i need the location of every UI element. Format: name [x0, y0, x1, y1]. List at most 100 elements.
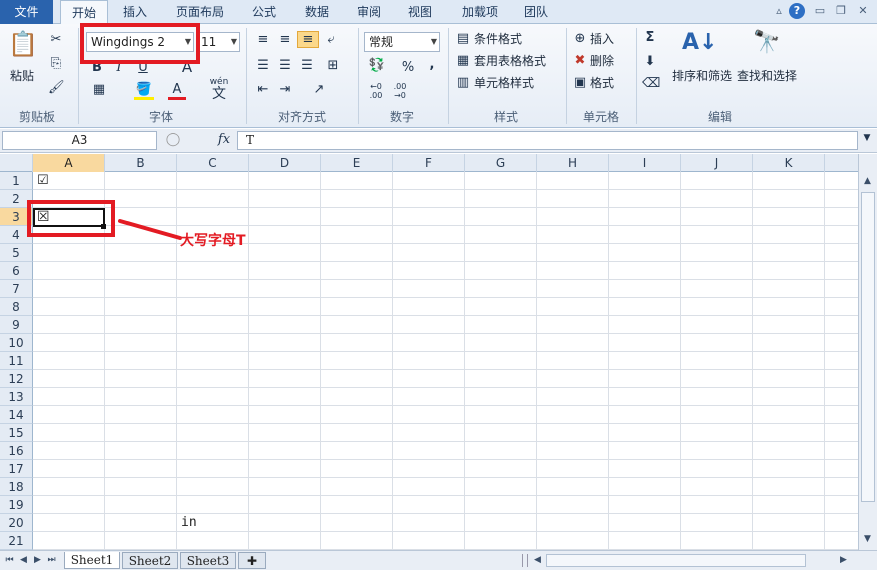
- scroll-left-icon[interactable]: ◀: [530, 553, 545, 568]
- cut-icon[interactable]: ✂: [48, 32, 64, 47]
- row-header-20[interactable]: 20: [0, 514, 33, 532]
- wrap-text-icon[interactable]: ⤶: [322, 32, 340, 47]
- column-header-d[interactable]: D: [249, 154, 321, 172]
- find-select-button[interactable]: 查找和选择: [737, 66, 797, 86]
- row-header-14[interactable]: 14: [0, 406, 33, 424]
- prev-sheet-icon[interactable]: ◀: [16, 553, 31, 568]
- delete-cells-icon[interactable]: ✖: [572, 53, 588, 68]
- insert-sheet-icon[interactable]: ✚: [238, 552, 266, 569]
- paste-icon[interactable]: 📋: [8, 30, 38, 62]
- tab-file[interactable]: 文件: [0, 0, 53, 24]
- select-all-corner[interactable]: [0, 154, 33, 172]
- cell-a1[interactable]: ☑: [37, 172, 97, 190]
- tab-page-layout[interactable]: 页面布局: [168, 0, 232, 24]
- format-cells-icon[interactable]: ▣: [572, 75, 588, 90]
- borders-icon[interactable]: ▦: [90, 82, 108, 97]
- row-header-21[interactable]: 21: [0, 532, 33, 550]
- row-header-9[interactable]: 9: [0, 316, 33, 334]
- row-header-13[interactable]: 13: [0, 388, 33, 406]
- increase-decimal-icon[interactable]: ←0.00: [366, 82, 386, 100]
- align-middle-icon[interactable]: ≡: [276, 32, 294, 47]
- format-table-button[interactable]: 套用表格格式: [474, 51, 546, 71]
- horizontal-scroll-thumb[interactable]: [546, 554, 806, 567]
- row-header-11[interactable]: 11: [0, 352, 33, 370]
- font-color-button[interactable]: A: [168, 82, 186, 100]
- insert-cells-icon[interactable]: ⊕: [572, 31, 588, 46]
- tab-view[interactable]: 视图: [399, 0, 441, 24]
- cell-styles-icon[interactable]: ▥: [455, 75, 471, 90]
- last-sheet-icon[interactable]: ⏭: [44, 553, 59, 568]
- merge-center-icon[interactable]: ⊞: [322, 58, 344, 73]
- column-header-g[interactable]: G: [465, 154, 537, 172]
- first-sheet-icon[interactable]: ⏮: [2, 553, 17, 568]
- row-header-15[interactable]: 15: [0, 424, 33, 442]
- align-right-icon[interactable]: ☰: [298, 58, 316, 73]
- column-header-k[interactable]: K: [753, 154, 825, 172]
- conditional-format-icon[interactable]: ▤: [455, 31, 471, 46]
- accounting-format-icon[interactable]: 💱: [366, 58, 388, 73]
- row-header-18[interactable]: 18: [0, 478, 33, 496]
- vertical-scrollbar[interactable]: ▲ ▼: [858, 154, 877, 550]
- align-left-icon[interactable]: ☰: [254, 58, 272, 73]
- tab-data[interactable]: 数据: [296, 0, 338, 24]
- window-minimize-icon[interactable]: ▭: [812, 3, 828, 19]
- format-cells-button[interactable]: 格式: [590, 73, 614, 93]
- sheet-tab-3[interactable]: Sheet3: [180, 552, 236, 569]
- decrease-indent-icon[interactable]: ⇤: [254, 82, 272, 97]
- cell-styles-button[interactable]: 单元格样式: [474, 73, 534, 93]
- sheet-tab-1[interactable]: Sheet1: [64, 552, 120, 569]
- row-header-10[interactable]: 10: [0, 334, 33, 352]
- sort-filter-button[interactable]: 排序和筛选: [672, 66, 732, 86]
- next-sheet-icon[interactable]: ▶: [30, 553, 45, 568]
- find-select-icon[interactable]: 🔭: [752, 30, 782, 60]
- fill-icon[interactable]: ⬇: [642, 54, 658, 69]
- expand-formula-bar-icon[interactable]: ▼: [860, 133, 874, 143]
- insert-function-button[interactable]: fx: [214, 132, 234, 147]
- increase-indent-icon[interactable]: ⇥: [276, 82, 294, 97]
- sort-filter-icon[interactable]: A↓: [682, 30, 717, 60]
- cancel-entry-icon[interactable]: ◯: [164, 132, 182, 147]
- format-painter-icon[interactable]: 🖌: [48, 80, 65, 95]
- name-box[interactable]: A3: [2, 131, 157, 150]
- conditional-format-button[interactable]: 条件格式: [474, 29, 522, 49]
- row-header-17[interactable]: 17: [0, 460, 33, 478]
- row-header-8[interactable]: 8: [0, 298, 33, 316]
- format-table-icon[interactable]: ▦: [455, 53, 471, 68]
- clear-icon[interactable]: ⌫: [642, 76, 660, 91]
- align-top-icon[interactable]: ≡: [254, 32, 272, 47]
- font-size-combo[interactable]: 11 ▼: [196, 32, 240, 52]
- comma-button[interactable]: ,: [424, 57, 440, 72]
- minimize-ribbon-icon[interactable]: ▵: [771, 3, 787, 19]
- tab-team[interactable]: 团队: [515, 0, 557, 24]
- cell-c20[interactable]: in: [181, 514, 241, 532]
- row-header-6[interactable]: 6: [0, 262, 33, 280]
- orientation-icon[interactable]: ↗: [308, 82, 330, 97]
- column-header-i[interactable]: I: [609, 154, 681, 172]
- insert-cells-button[interactable]: 插入: [590, 29, 614, 49]
- row-header-12[interactable]: 12: [0, 370, 33, 388]
- scroll-right-icon[interactable]: ▶: [836, 553, 851, 568]
- number-format-combo[interactable]: 常规 ▼: [364, 32, 440, 52]
- column-header-a[interactable]: A: [33, 154, 105, 172]
- column-header-h[interactable]: H: [537, 154, 609, 172]
- tab-addins[interactable]: 加载项: [452, 0, 508, 24]
- delete-cells-button[interactable]: 删除: [590, 51, 614, 71]
- percent-button[interactable]: %: [400, 60, 416, 75]
- column-header-f[interactable]: F: [393, 154, 465, 172]
- phonetic-guide-icon[interactable]: wén 文: [208, 78, 230, 102]
- chevron-down-icon[interactable]: ▼: [431, 33, 437, 51]
- help-icon[interactable]: ?: [789, 3, 805, 19]
- row-header-7[interactable]: 7: [0, 280, 33, 298]
- autosum-icon[interactable]: Σ: [642, 30, 658, 45]
- scroll-up-icon[interactable]: ▲: [860, 174, 875, 189]
- scroll-down-icon[interactable]: ▼: [860, 532, 875, 547]
- chevron-down-icon[interactable]: ▼: [231, 33, 237, 51]
- tab-split-handle[interactable]: [522, 554, 528, 567]
- window-close-icon[interactable]: ✕: [855, 3, 871, 19]
- sheet-tab-2[interactable]: Sheet2: [122, 552, 178, 569]
- copy-icon[interactable]: ⎘: [48, 56, 64, 71]
- vertical-scroll-thumb[interactable]: [861, 192, 875, 502]
- window-restore-icon[interactable]: ❐: [833, 3, 849, 19]
- tab-insert[interactable]: 插入: [112, 0, 158, 24]
- column-header-b[interactable]: B: [105, 154, 177, 172]
